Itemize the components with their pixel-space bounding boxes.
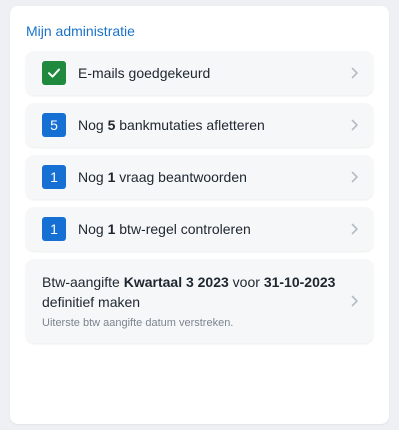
panel-title: Mijn administratie [26, 23, 135, 39]
chevron-right-icon [351, 295, 358, 307]
count-badge: 5 [42, 113, 66, 137]
task-question[interactable]: 1 Nog 1 vraag beantwoorden [26, 155, 373, 199]
task-emails-approved[interactable]: E-mails goedgekeurd [26, 51, 373, 95]
task-label: Nog 1 vraag beantwoorden [78, 169, 247, 185]
count-badge: 1 [42, 217, 66, 241]
vat-return-subtext: Uiterste btw aangifte datum verstreken. [42, 317, 234, 329]
check-icon [42, 66, 66, 80]
chevron-right-icon [351, 171, 358, 183]
count-badge: 1 [42, 165, 66, 189]
task-label: E-mails goedgekeurd [78, 65, 211, 81]
task-label: Nog 1 btw-regel controleren [78, 221, 251, 237]
task-bank-mutations[interactable]: 5 Nog 5 bankmutaties afletteren [26, 103, 373, 147]
task-vat-return[interactable]: Btw-aangifte Kwartaal 3 2023 voor 31-10-… [26, 259, 373, 343]
chevron-right-icon [351, 67, 358, 79]
task-vat-line[interactable]: 1 Nog 1 btw-regel controleren [26, 207, 373, 251]
administration-panel: Mijn administratie E-mails goedgekeurd 5… [10, 6, 389, 424]
task-label: Nog 5 bankmutaties afletteren [78, 117, 265, 133]
status-badge [42, 61, 66, 85]
chevron-right-icon [351, 119, 358, 131]
vat-return-label: Btw-aangifte Kwartaal 3 2023 voor 31-10-… [42, 274, 336, 310]
chevron-right-icon [351, 223, 358, 235]
